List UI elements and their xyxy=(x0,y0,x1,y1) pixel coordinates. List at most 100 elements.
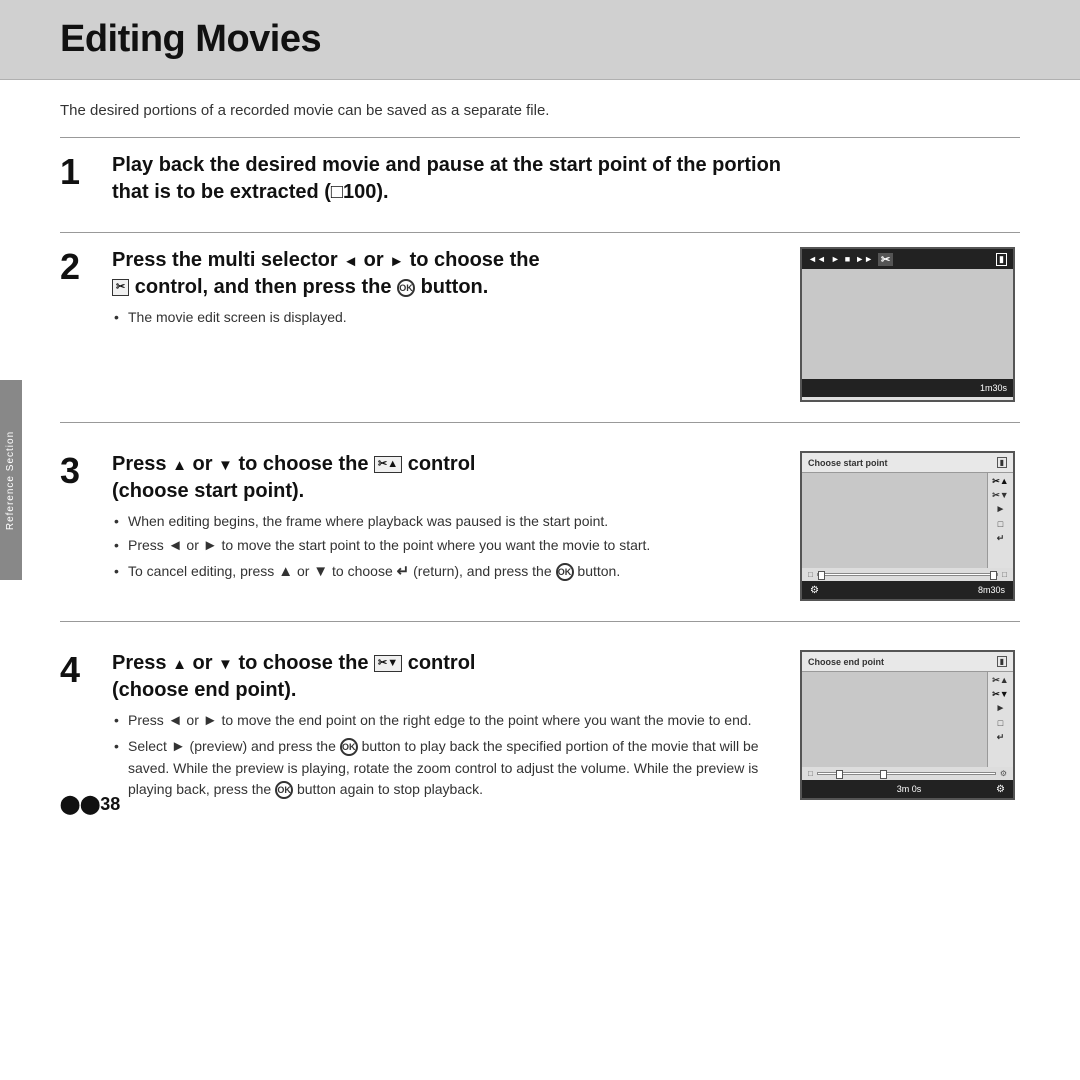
step-3-text: Press ▲ or ▼ to choose the ✂▲ control (c… xyxy=(112,451,780,586)
s3-end-cut-icon: ✂▼ xyxy=(992,690,1008,699)
screen3-handle-left xyxy=(836,770,843,779)
screen3-label: Choose end point xyxy=(808,657,884,667)
step-3-bullet-1: When editing begins, the frame where pla… xyxy=(112,511,780,532)
step-4-bullet-2: Select ► (preview) and press the OK butt… xyxy=(112,736,780,801)
screen2-toolbar: Choose start point ▮ xyxy=(802,453,1013,473)
screen3-battery: ▮ xyxy=(997,656,1007,667)
ok-icon-s4b: OK xyxy=(275,781,293,799)
step-3-image: Choose start point ▮ ✂▲ ✂▼ ► □ ↵ xyxy=(800,451,1020,601)
step-1-title: Play back the desired movie and pause at… xyxy=(112,152,1020,206)
rewind-icon: ◄◄ xyxy=(808,254,826,264)
screen1-toolbar: ◄◄ ► ■ ►► ✂ ▮ xyxy=(802,249,1013,269)
screen3-sidebar: ✂▲ ✂▼ ► □ ↵ xyxy=(987,672,1013,767)
step-1: 1 Play back the desired movie and pause … xyxy=(60,152,1020,222)
screen3-toolbar: Choose end point ▮ xyxy=(802,652,1013,672)
intro-text: The desired portions of a recorded movie… xyxy=(60,102,1020,119)
screen3-time: 3m 0s xyxy=(897,784,922,794)
end-ctrl-icon: ✂▼ xyxy=(374,655,402,672)
step-2-image: ◄◄ ► ■ ►► ✂ ▮ 1m30s xyxy=(800,247,1020,402)
stop-icon: ■ xyxy=(845,254,850,264)
page-footer: ⬤⬤38 xyxy=(60,794,120,815)
reference-sidebar: Reference Section xyxy=(0,380,22,580)
step-3-bullets: When editing begins, the frame where pla… xyxy=(112,511,780,583)
step-2-title: Press the multi selector ◄ or ► to choos… xyxy=(112,247,780,301)
screen3-progress-end: ⚙ xyxy=(1000,769,1007,778)
screen2-handle-left xyxy=(818,571,825,580)
screen2-battery: ▮ xyxy=(997,457,1007,468)
step-4-title: Press ▲ or ▼ to choose the ✂▼ control (c… xyxy=(112,650,780,704)
step-3: 3 Press ▲ or ▼ to choose the ✂▲ control … xyxy=(60,451,1020,611)
step-1-content: Play back the desired movie and pause at… xyxy=(112,152,1020,212)
ok-button-icon: OK xyxy=(397,279,415,297)
step-3-title: Press ▲ or ▼ to choose the ✂▲ control (c… xyxy=(112,451,780,505)
step-2-content: Press the multi selector ◄ or ► to choos… xyxy=(112,247,1020,402)
divider-1 xyxy=(60,137,1020,138)
s3-play-icon: ► xyxy=(996,704,1006,714)
step-4-bullet-1: Press ◄ or ► to move the end point on th… xyxy=(112,710,780,733)
step-4-text: Press ▲ or ▼ to choose the ✂▼ control (c… xyxy=(112,650,780,803)
battery-icon: ▮ xyxy=(996,253,1007,266)
screen2-sidebar: ✂▲ ✂▼ ► □ ↵ xyxy=(987,473,1013,568)
step-4-layout: Press ▲ or ▼ to choose the ✂▼ control (c… xyxy=(112,650,1020,803)
step-number-3: 3 xyxy=(60,451,112,489)
screen2-gear-icon: ⚙ xyxy=(810,585,819,596)
start-ctrl-icon: ✂▲ xyxy=(374,456,402,473)
step-3-bullet-3: To cancel editing, press ▲ or ▼ to choos… xyxy=(112,561,780,584)
ffwd-icon: ►► xyxy=(855,254,873,264)
camera-screen-1: ◄◄ ► ■ ►► ✂ ▮ 1m30s xyxy=(800,247,1015,402)
step-4-image: Choose end point ▮ ✂▲ ✂▼ ► □ ↵ xyxy=(800,650,1020,800)
screen2-label: Choose start point xyxy=(808,458,888,468)
screen2-track xyxy=(817,573,998,576)
step-2-layout: Press the multi selector ◄ or ► to choos… xyxy=(112,247,1020,402)
page-body: The desired portions of a recorded movie… xyxy=(0,80,1080,843)
divider-3 xyxy=(60,422,1020,437)
screen2-bottom: ⚙ 8m30s xyxy=(802,581,1013,599)
screen3-gear-icon: ⚙ xyxy=(996,784,1005,795)
scissors-ctrl-icon: ✂ xyxy=(878,253,893,266)
screen3-track xyxy=(817,772,996,775)
screen2-progress: □ □ xyxy=(802,568,1013,581)
screen2-viewport xyxy=(802,473,987,568)
step-number-4: 4 xyxy=(60,650,112,688)
camera-screen-3: Choose end point ▮ ✂▲ ✂▼ ► □ ↵ xyxy=(800,650,1015,800)
footer-page-ref: ⬤⬤38 xyxy=(60,794,120,814)
screen3-progress: □ ⚙ xyxy=(802,767,1013,780)
page-title: Editing Movies xyxy=(60,18,1030,61)
scissors-icon: ✂ xyxy=(112,279,129,296)
screen2-time: 8m30s xyxy=(978,585,1005,595)
step-number-2: 2 xyxy=(60,247,112,285)
start-cut-icon: ✂▲ xyxy=(992,477,1008,486)
divider-2 xyxy=(60,232,1020,233)
save-icon: □ xyxy=(998,520,1003,529)
screen2-handle-right xyxy=(990,571,997,580)
step-4-bullets: Press ◄ or ► to move the end point on th… xyxy=(112,710,780,800)
play-icon: ► xyxy=(831,254,840,264)
reference-label: Reference Section xyxy=(6,430,17,529)
page-header: Editing Movies xyxy=(0,0,1080,80)
step-number-1: 1 xyxy=(60,152,112,190)
camera-screen-2: Choose start point ▮ ✂▲ ✂▼ ► □ ↵ xyxy=(800,451,1015,601)
step-3-content: Press ▲ or ▼ to choose the ✂▲ control (c… xyxy=(112,451,1020,601)
step-2-bullet-1: The movie edit screen is displayed. xyxy=(112,307,780,328)
step-2-text: Press the multi selector ◄ or ► to choos… xyxy=(112,247,780,331)
ok-icon-s3: OK xyxy=(556,563,574,581)
step-4-content: Press ▲ or ▼ to choose the ✂▼ control (c… xyxy=(112,650,1020,803)
screen3-bottom: 3m 0s ⚙ xyxy=(802,780,1013,798)
step-2: 2 Press the multi selector ◄ or ► to cho… xyxy=(60,247,1020,412)
ok-icon-s4: OK xyxy=(340,738,358,756)
screen1-icons: ◄◄ ► ■ ►► ✂ xyxy=(808,253,893,266)
screen2-progress-start: □ xyxy=(808,570,813,579)
step-4: 4 Press ▲ or ▼ to choose the ✂▼ control … xyxy=(60,650,1020,813)
screen2-progress-end: □ xyxy=(1002,570,1007,579)
s3-return-icon: ↵ xyxy=(997,733,1005,742)
step-3-bullet-2: Press ◄ or ► to move the start point to … xyxy=(112,535,780,558)
screen1-viewport xyxy=(802,269,1013,379)
screen2-main: ✂▲ ✂▼ ► □ ↵ xyxy=(802,473,1013,568)
screen3-main: ✂▲ ✂▼ ► □ ↵ xyxy=(802,672,1013,767)
end-cut-icon: ✂▼ xyxy=(992,491,1008,500)
step-2-bullets: The movie edit screen is displayed. xyxy=(112,307,780,328)
play-sidebar-icon: ► xyxy=(996,505,1006,515)
screen1-bottom: 1m30s xyxy=(802,379,1013,397)
step-3-layout: Press ▲ or ▼ to choose the ✂▲ control (c… xyxy=(112,451,1020,601)
s3-save-icon: □ xyxy=(998,719,1003,728)
